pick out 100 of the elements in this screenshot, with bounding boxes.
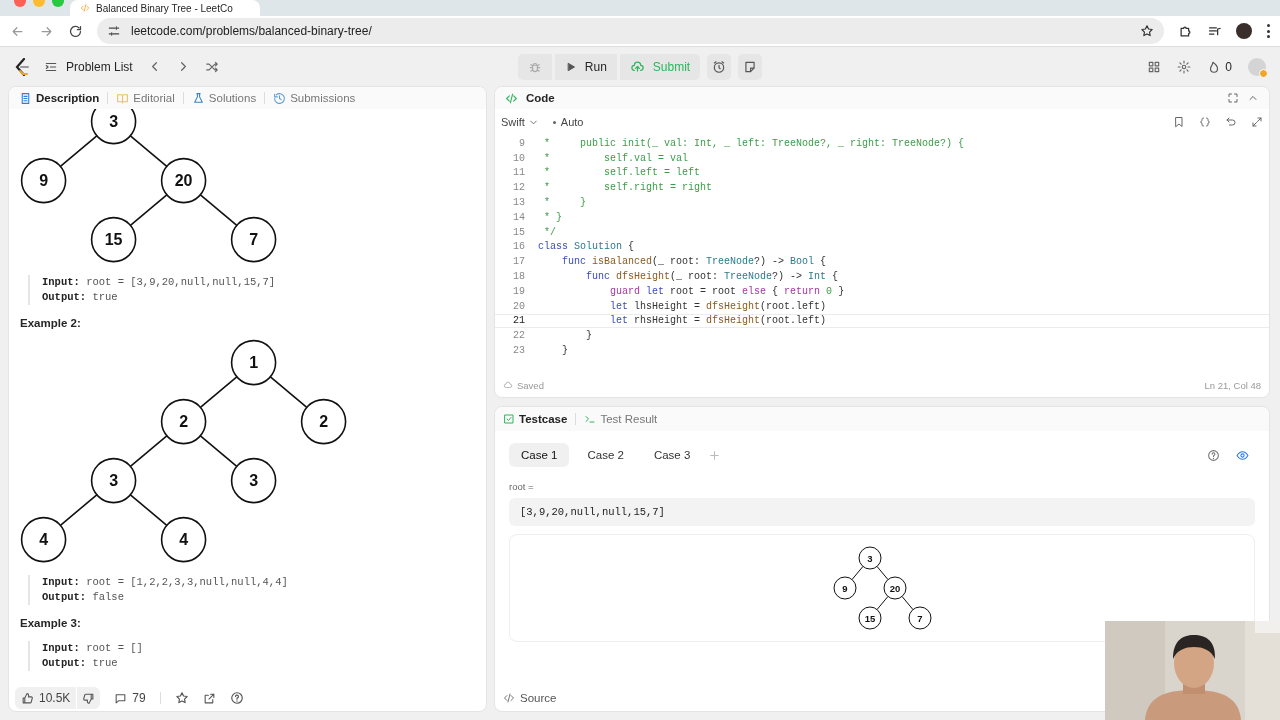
panel-title: Code bbox=[526, 92, 555, 104]
browser-tab[interactable]: Balanced Binary Tree - LeetCo bbox=[70, 0, 260, 16]
code-icon bbox=[505, 91, 518, 105]
profile-avatar[interactable] bbox=[1236, 23, 1252, 39]
code-line[interactable]: let rhsHeight = dfsHeight(root.left) bbox=[538, 315, 827, 327]
code-line[interactable]: * public init(_ val: Int, _ left: TreeNode?, _ right: TreeNode?) { bbox=[538, 137, 965, 149]
tree-node: 3 bbox=[230, 458, 277, 504]
line-number: 10 bbox=[512, 152, 526, 164]
more-menu-icon[interactable] bbox=[1266, 24, 1270, 38]
line-number: 21 bbox=[512, 315, 526, 327]
line-number: 15 bbox=[512, 226, 526, 238]
help-icon[interactable] bbox=[1207, 448, 1220, 462]
example-heading: Example 2: bbox=[20, 317, 82, 330]
line-number: 16 bbox=[512, 241, 526, 253]
case-tab[interactable]: Case 1 bbox=[509, 443, 570, 467]
history-icon bbox=[273, 91, 287, 105]
tree-node: 4 bbox=[160, 517, 207, 563]
tree-node: 4 bbox=[20, 517, 67, 563]
line-number: 18 bbox=[512, 271, 526, 283]
line-number: 22 bbox=[512, 330, 526, 342]
case-tab[interactable]: Case 2 bbox=[575, 443, 636, 467]
flask-icon bbox=[191, 91, 205, 105]
line-number: 13 bbox=[512, 197, 526, 209]
code-line[interactable]: * self.val = val bbox=[538, 152, 689, 164]
language-dropdown[interactable]: Swift bbox=[501, 116, 539, 128]
reset-icon[interactable] bbox=[1225, 116, 1237, 128]
tree-edge bbox=[199, 376, 238, 409]
comments-button[interactable]: 79 bbox=[114, 691, 146, 705]
tree-edge bbox=[129, 435, 168, 468]
tree-edge bbox=[129, 494, 168, 527]
comment-icon bbox=[114, 691, 128, 705]
tree-node: 20 bbox=[160, 157, 207, 204]
panel-tab[interactable]: Description bbox=[19, 91, 100, 105]
settings-icon[interactable] bbox=[1177, 59, 1192, 74]
example-heading: Example 3: bbox=[20, 617, 82, 630]
code-line[interactable]: } bbox=[538, 345, 568, 357]
code-line[interactable]: * } bbox=[538, 197, 586, 209]
output-text: Output: false bbox=[42, 590, 125, 606]
panel-tab[interactable]: Editorial bbox=[116, 91, 175, 105]
line-number: 17 bbox=[512, 256, 526, 268]
tree-edge bbox=[269, 376, 308, 409]
tree-edge bbox=[901, 595, 913, 611]
shuffle-icon[interactable] bbox=[204, 59, 219, 74]
tree-node: 3 bbox=[90, 458, 137, 504]
code-line[interactable]: */ bbox=[538, 226, 556, 238]
panel-tab[interactable]: Submissions bbox=[273, 91, 356, 105]
line-number: 11 bbox=[512, 167, 526, 179]
address-bar[interactable]: leetcode.com/problems/balanced-binary-tree/ bbox=[97, 18, 1164, 44]
tree-node: 7 bbox=[908, 606, 931, 630]
code-line[interactable]: func isBalanced(_ root: TreeNode?) -> Bool { bbox=[538, 256, 827, 268]
tree-edge bbox=[199, 435, 238, 468]
panel-tab[interactable]: Test Result bbox=[584, 413, 658, 425]
maximize-icon[interactable] bbox=[1251, 116, 1263, 128]
input-text: Input: root = [1,2,2,3,3,null,null,4,4] bbox=[42, 575, 289, 591]
bookmark-icon[interactable] bbox=[1173, 116, 1185, 128]
panel-tab[interactable]: Solutions bbox=[191, 91, 257, 105]
source-link[interactable]: Source bbox=[520, 692, 557, 704]
layout-icon[interactable] bbox=[1147, 59, 1162, 74]
site-settings-icon[interactable] bbox=[107, 24, 121, 38]
cloud-upload-icon bbox=[629, 59, 645, 74]
timer-button[interactable] bbox=[707, 53, 732, 80]
line-number: 14 bbox=[512, 211, 526, 223]
code-line[interactable]: * self.right = right bbox=[538, 182, 713, 194]
streak-counter[interactable]: 0 bbox=[1207, 59, 1232, 74]
output-text: Output: true bbox=[42, 656, 119, 672]
input-field[interactable]: [3,9,20,null,null,15,7] bbox=[509, 498, 1255, 526]
tree-node: 15 bbox=[90, 216, 137, 263]
favorite-star-icon[interactable] bbox=[174, 691, 189, 705]
code-line[interactable]: } bbox=[538, 330, 592, 342]
run-button[interactable]: Run bbox=[554, 53, 617, 80]
format-code-icon[interactable] bbox=[1199, 116, 1211, 128]
share-icon[interactable] bbox=[202, 691, 216, 705]
bookmark-star-icon[interactable] bbox=[1140, 24, 1154, 38]
problem-list-button[interactable]: Problem List bbox=[44, 59, 133, 74]
tree-edge bbox=[59, 494, 98, 527]
tree-edge bbox=[129, 194, 168, 227]
fullscreen-icon[interactable] bbox=[1227, 92, 1239, 104]
visibility-icon[interactable] bbox=[1236, 448, 1249, 462]
line-number: 12 bbox=[512, 182, 526, 194]
code-line[interactable]: guard let root = root else { return 0 } bbox=[538, 285, 845, 297]
help-icon[interactable] bbox=[229, 691, 244, 705]
code-line[interactable]: func dfsHeight(_ root: TreeNode?) -> Int { bbox=[538, 271, 839, 283]
tree-edge bbox=[199, 194, 238, 227]
code-line[interactable]: * self.left = left bbox=[538, 167, 701, 179]
tree-edge bbox=[129, 135, 168, 168]
line-number: 19 bbox=[512, 285, 526, 297]
panel-tab[interactable]: Testcase bbox=[503, 413, 568, 425]
reload-icon[interactable] bbox=[68, 23, 83, 39]
output-text: Output: true bbox=[42, 290, 119, 306]
line-number: 23 bbox=[512, 345, 526, 357]
document-icon bbox=[19, 91, 32, 105]
code-line[interactable]: class Solution { bbox=[538, 241, 635, 253]
code-line[interactable]: let lhsHeight = dfsHeight(root.left) bbox=[538, 300, 827, 312]
code-line[interactable]: * } bbox=[538, 211, 562, 223]
case-tab[interactable]: Case 3 bbox=[641, 443, 703, 467]
code-icon bbox=[503, 692, 515, 704]
book-icon bbox=[116, 91, 130, 105]
notes-button[interactable] bbox=[738, 53, 763, 80]
tree-node: 9 bbox=[833, 576, 856, 600]
logo-icon[interactable] bbox=[14, 57, 30, 76]
